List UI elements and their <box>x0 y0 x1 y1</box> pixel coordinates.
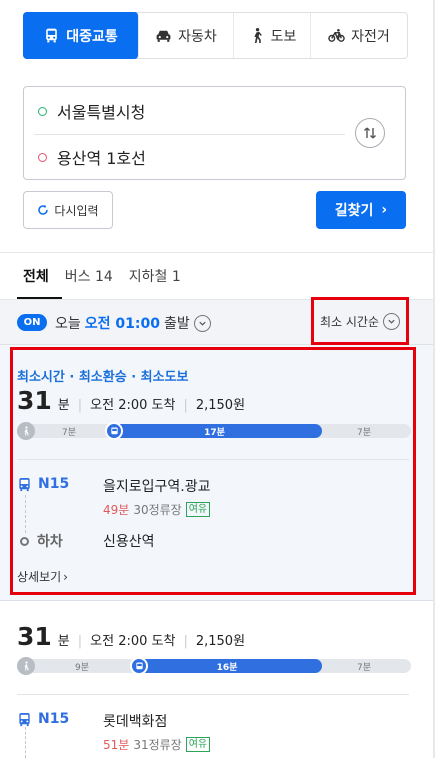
result-tabs: 전체 버스 14 지하철 1 <box>23 266 181 286</box>
bus-arrival: 51분 31정류장 여유 <box>103 736 211 753</box>
chevron-right-icon: › <box>381 202 388 218</box>
step-divider <box>17 694 409 695</box>
bus-route[interactable]: N15 <box>17 711 103 727</box>
walk-before-duration: 9분 <box>75 663 90 673</box>
departure-time[interactable]: 오늘 오전 01:00 출발 <box>55 313 211 333</box>
mode-tab-label: 자동차 <box>178 28 217 45</box>
search-label: 길찾기 <box>334 203 374 219</box>
refresh-icon <box>38 204 49 215</box>
bus-icon <box>46 28 58 43</box>
divider: | <box>77 634 83 649</box>
chevron-down-icon <box>193 314 211 332</box>
transport-mode-tabs: 대중교통 자동차 도보 자전거 <box>23 12 408 59</box>
highlight-box <box>10 347 416 595</box>
on-toggle[interactable]: ON <box>17 314 47 331</box>
search-button[interactable]: 길찾기 › <box>316 191 406 229</box>
start-dot-icon <box>38 106 47 116</box>
end-field[interactable]: 용산역 1호선 <box>38 145 146 169</box>
board-info: 롯데백화점 51분 31정류장 여유 <box>103 711 211 753</box>
route-timeline: 9분 16분 7분 <box>17 657 411 675</box>
congestion-badge: 여유 <box>185 737 211 752</box>
reset-label: 다시입력 <box>54 203 99 218</box>
arrival-time: 오전 2:00 도착 <box>90 634 176 649</box>
route-divider <box>34 134 345 135</box>
bus-icon <box>130 657 148 675</box>
sort-dropdown[interactable]: 최소 시간순 <box>311 297 409 345</box>
walk-icon <box>253 27 262 43</box>
bus-route-number: N15 <box>38 711 70 727</box>
filter-bar: ON 오늘 오전 01:00 출발 최소 시간순 <box>0 297 435 345</box>
mode-tab-label: 대중교통 <box>66 28 118 45</box>
mode-tab-car[interactable]: 자동차 <box>139 13 234 58</box>
reset-button[interactable]: 다시입력 <box>23 191 113 229</box>
mode-tab-bike[interactable]: 자전거 <box>311 13 407 58</box>
mode-tab-transit[interactable]: 대중교통 <box>23 12 139 59</box>
walk-icon <box>17 657 35 675</box>
divider: | <box>183 634 188 649</box>
start-field[interactable]: 서울특별시청 <box>38 99 145 123</box>
fare: 2,150원 <box>195 634 246 649</box>
start-location: 서울특별시청 <box>57 103 146 122</box>
route-result-card[interactable]: 31 분 | 오전 2:00 도착 | 2,150원 9분 16분 7분 N15… <box>0 602 435 758</box>
end-location: 용산역 1호선 <box>57 149 146 168</box>
mode-tab-label: 도보 <box>270 28 297 45</box>
arrival-minutes: 51분 <box>103 738 130 752</box>
route-summary: 31 분 | 오전 2:00 도착 | 2,150원 <box>17 622 245 651</box>
tab-bus[interactable]: 버스 14 <box>65 266 113 286</box>
departure-day: 오늘 <box>55 316 81 332</box>
bus-step: N15 롯데백화점 51분 31정류장 여유 <box>17 711 211 753</box>
departure-clock: 오전 01:00 <box>84 316 160 332</box>
mode-tab-walk[interactable]: 도보 <box>234 13 311 58</box>
board-stop: 롯데백화점 <box>103 714 168 730</box>
car-icon <box>156 30 171 42</box>
end-dot-icon <box>38 152 47 162</box>
route-input-box: 서울특별시청 용산역 1호선 <box>23 86 406 180</box>
arrival-stops: 31정류장 <box>133 738 182 752</box>
bus-segment: 16분 <box>130 657 322 675</box>
mode-tab-label: 자전거 <box>351 28 390 45</box>
bicycle-icon <box>328 28 345 42</box>
duration-unit: 분 <box>57 634 70 649</box>
tab-subway[interactable]: 지하철 1 <box>129 266 181 286</box>
section-divider <box>0 252 435 253</box>
bus-icon <box>19 712 30 726</box>
swap-icon <box>364 127 376 139</box>
bus-duration: 16분 <box>216 662 238 673</box>
walk-after-duration: 7분 <box>357 663 372 673</box>
duration-value: 31 <box>17 622 52 651</box>
sort-label: 최소 시간순 <box>319 314 379 329</box>
swap-button[interactable] <box>355 118 385 148</box>
chevron-down-icon <box>383 312 400 330</box>
tab-all[interactable]: 전체 <box>23 266 49 286</box>
departure-suffix: 출발 <box>163 316 190 332</box>
